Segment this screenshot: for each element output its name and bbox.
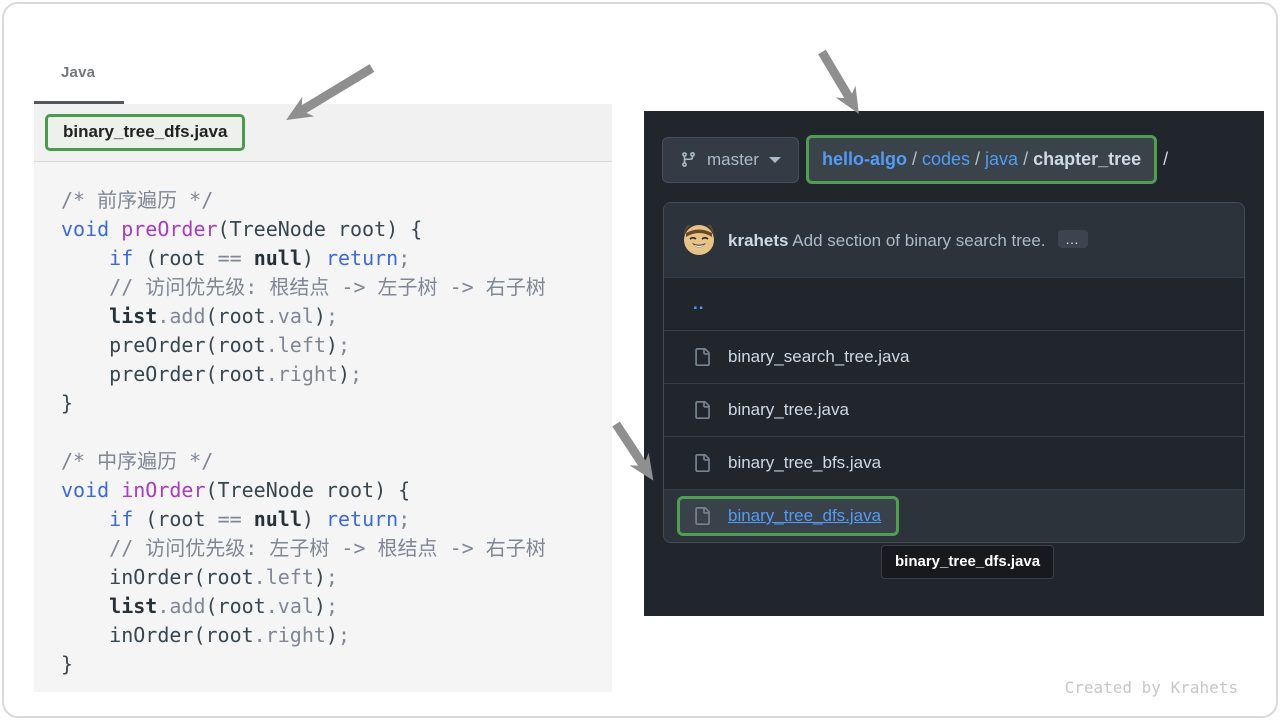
parent-directory-row[interactable]: .. — [664, 277, 1244, 330]
arrow-to-breadcrumb — [822, 52, 853, 104]
file-browser-table: krahets Add section of binary search tre… — [663, 202, 1245, 543]
latest-commit-row: krahets Add section of binary search tre… — [664, 203, 1244, 277]
file-icon — [693, 507, 711, 525]
code-line: if (root == null) return; — [61, 244, 602, 273]
breadcrumb-separator: / — [907, 149, 922, 170]
code-line: // 访问优先级: 根结点 -> 左子树 -> 右子树 — [61, 273, 602, 302]
file-icon — [693, 401, 711, 419]
breadcrumb-codes[interactable]: codes — [922, 149, 970, 170]
breadcrumb-hello-algo[interactable]: hello-algo — [822, 149, 907, 170]
breadcrumb-java[interactable]: java — [985, 149, 1018, 170]
file-link[interactable]: binary_tree_bfs.java — [728, 453, 881, 473]
code-line: void preOrder(TreeNode root) { — [61, 215, 602, 244]
code-line: inOrder(root.left); — [61, 563, 602, 592]
code-filename: binary_tree_dfs.java — [63, 122, 227, 141]
github-toolbar: master hello-algo / codes / java / chapt… — [662, 135, 1168, 184]
code-title-bar: binary_tree_dfs.java — [34, 104, 612, 162]
avatar[interactable] — [684, 225, 714, 255]
commit-message-text[interactable]: Add section of binary search tree. — [792, 231, 1045, 250]
file-tooltip: binary_tree_dfs.java — [881, 545, 1054, 579]
github-panel: master hello-algo / codes / java / chapt… — [644, 111, 1264, 616]
breadcrumb-chapter_tree: chapter_tree — [1033, 149, 1141, 170]
code-doc-panel: Java binary_tree_dfs.java /* 前序遍历 */void… — [34, 59, 612, 692]
file-icon — [693, 348, 711, 366]
code-line: // 访问优先级: 左子树 -> 根结点 -> 右子树 — [61, 534, 602, 563]
code-line: list.add(root.val); — [61, 302, 602, 331]
code-line: list.add(root.val); — [61, 592, 602, 621]
commit-ellipsis-button[interactable]: … — [1058, 230, 1088, 248]
breadcrumb-trailing-slash: / — [1163, 149, 1168, 170]
code-line: } — [61, 389, 602, 418]
branch-selector-button[interactable]: master — [662, 137, 799, 183]
tab-java[interactable]: Java — [61, 64, 95, 81]
code-line: /* 中序遍历 */ — [61, 447, 602, 476]
file-row[interactable]: binary_tree_dfs.java — [664, 489, 1244, 542]
code-block: /* 前序遍历 */void preOrder(TreeNode root) {… — [34, 162, 612, 692]
breadcrumb: hello-algo / codes / java / chapter_tree — [806, 135, 1157, 184]
code-line: preOrder(root.left); — [61, 331, 602, 360]
commit-author[interactable]: krahets — [728, 231, 788, 250]
page: Java binary_tree_dfs.java /* 前序遍历 */void… — [2, 2, 1278, 718]
code-line: } — [61, 650, 602, 679]
branch-name: master — [707, 150, 759, 170]
breadcrumb-separator: / — [970, 149, 985, 170]
code-line: preOrder(root.right); — [61, 360, 602, 389]
parent-directory-link[interactable]: .. — [693, 294, 704, 314]
arrow-to-file-row — [616, 424, 647, 471]
file-link[interactable]: binary_search_tree.java — [728, 347, 909, 367]
tab-active-indicator — [34, 101, 124, 104]
file-row[interactable]: binary_tree_bfs.java — [664, 436, 1244, 489]
file-icon — [693, 454, 711, 472]
commit-message: krahets Add section of binary search tre… — [728, 230, 1088, 251]
language-tabs: Java — [34, 59, 612, 104]
code-line: inOrder(root.right); — [61, 621, 602, 650]
filename-highlight-box: binary_tree_dfs.java — [45, 114, 245, 151]
file-link[interactable]: binary_tree.java — [728, 400, 849, 420]
file-link[interactable]: binary_tree_dfs.java — [728, 506, 881, 526]
code-line: void inOrder(TreeNode root) { — [61, 476, 602, 505]
file-row[interactable]: binary_tree.java — [664, 383, 1244, 436]
chevron-down-icon — [769, 157, 781, 163]
code-line: if (root == null) return; — [61, 505, 602, 534]
git-branch-icon — [680, 151, 697, 168]
code-line: /* 前序遍历 */ — [61, 186, 602, 215]
file-row[interactable]: binary_search_tree.java — [664, 330, 1244, 383]
credit-text: Created by Krahets — [1065, 678, 1238, 697]
breadcrumb-separator: / — [1018, 149, 1033, 170]
code-blank-line — [61, 418, 602, 447]
file-highlight-box: binary_tree_dfs.java — [677, 496, 899, 536]
